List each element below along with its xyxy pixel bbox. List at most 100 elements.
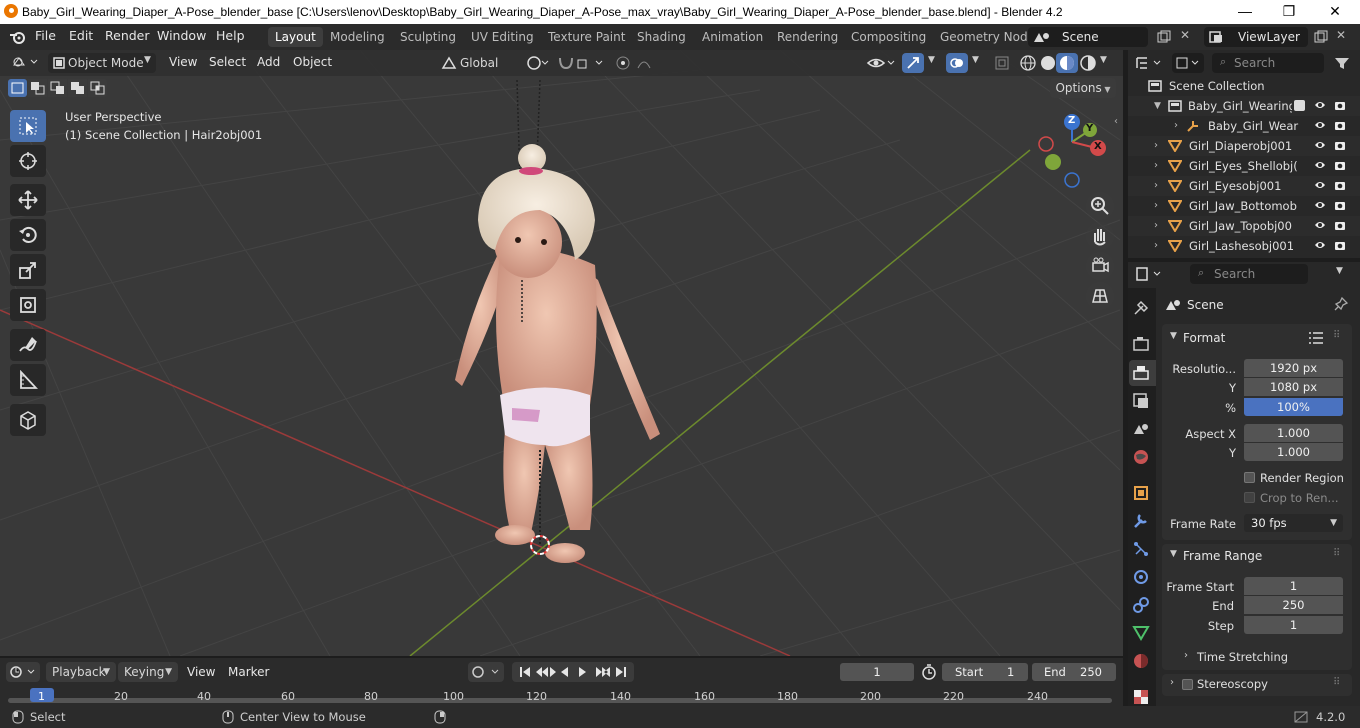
aspect-x-field[interactable]: 1.000	[1244, 424, 1343, 442]
data-tab-icon[interactable]	[1132, 624, 1150, 642]
drag-handle-icon[interactable]: ⠿	[1333, 677, 1340, 688]
menu-render[interactable]: Render	[105, 28, 150, 43]
eye-icon[interactable]	[1314, 220, 1326, 231]
eye-icon[interactable]	[1314, 240, 1326, 251]
crop-label[interactable]: Crop to Ren...	[1260, 491, 1339, 505]
select-new-button[interactable]	[8, 79, 27, 97]
camera-icon[interactable]	[1334, 120, 1346, 131]
frame-start-field[interactable]: 1	[1244, 577, 1343, 595]
frame-step-field[interactable]: 1	[1244, 616, 1343, 634]
select-invert-button[interactable]	[68, 79, 87, 97]
annotate-tool[interactable]	[10, 329, 46, 361]
new-view-layer-icon[interactable]	[1314, 30, 1328, 44]
resolution-y-field[interactable]: 1080 px	[1244, 378, 1343, 396]
menu-view[interactable]: View	[169, 55, 197, 69]
pivot-icon[interactable]	[524, 55, 550, 71]
wireframe-shading-icon[interactable]	[1018, 54, 1038, 72]
filter-icon[interactable]	[1334, 56, 1350, 70]
panel-collapse-icon[interactable]: ▼	[1170, 331, 1177, 341]
prev-keyframe-icon[interactable]	[536, 667, 556, 677]
jump-end-icon[interactable]	[616, 667, 626, 677]
modifier-tab-icon[interactable]	[1132, 512, 1150, 530]
visibility-icon[interactable]	[866, 54, 896, 72]
menu-edit[interactable]: Edit	[69, 28, 93, 43]
outliner-item-mesh[interactable]: › Girl_Jaw_Bottomob	[1128, 196, 1360, 216]
minimize-button[interactable]: —	[1222, 0, 1268, 24]
view-layer-tab-icon[interactable]	[1132, 392, 1150, 410]
expand-right-icon[interactable]: ›	[1174, 116, 1178, 136]
resolution-x-field[interactable]: 1920 px	[1244, 359, 1343, 377]
drag-handle-icon[interactable]: ⠿	[1333, 330, 1340, 341]
options-dropdown[interactable]: Options ▼	[1050, 78, 1116, 98]
particles-tab-icon[interactable]	[1132, 540, 1150, 558]
tab-layout[interactable]: Layout	[268, 27, 323, 47]
jump-start-icon[interactable]	[520, 667, 530, 677]
render-region-checkbox[interactable]	[1244, 472, 1255, 483]
expand-right-icon[interactable]: ›	[1154, 236, 1158, 256]
overlay-toggle-button[interactable]	[946, 53, 968, 73]
menu-window[interactable]: Window	[157, 28, 206, 43]
shading-dropdown-icon[interactable]: ▼	[1100, 55, 1107, 65]
measure-tool[interactable]	[10, 364, 46, 396]
move-tool[interactable]	[10, 184, 46, 216]
cursor-tool[interactable]	[10, 145, 46, 177]
keying-menu[interactable]: Keying ▼	[118, 662, 178, 682]
expand-right-icon[interactable]: ›	[1170, 677, 1174, 688]
timeline-editor-type[interactable]	[6, 662, 40, 682]
scale-tool[interactable]	[10, 254, 46, 286]
toggle-perspective-button[interactable]	[1086, 282, 1114, 310]
select-intersect-button[interactable]	[88, 79, 107, 97]
camera-icon[interactable]	[1334, 160, 1346, 171]
render-region-label[interactable]: Render Region	[1260, 471, 1344, 485]
outliner-filter-mode[interactable]	[1172, 53, 1204, 73]
stereoscopy-panel-title[interactable]: Stereoscopy	[1197, 677, 1268, 691]
current-frame-field[interactable]: 1	[840, 663, 914, 681]
frame-end-field[interactable]: 250	[1244, 596, 1343, 614]
expand-right-icon[interactable]: ›	[1154, 196, 1158, 216]
eye-icon[interactable]	[1314, 200, 1326, 211]
expand-right-icon[interactable]: ›	[1154, 156, 1158, 176]
camera-icon[interactable]	[1334, 200, 1346, 211]
tab-shading[interactable]: Shading	[630, 27, 693, 47]
next-keyframe-icon[interactable]	[596, 667, 610, 677]
snap-icon[interactable]	[556, 54, 606, 72]
timeline-menu-view[interactable]: View	[187, 665, 215, 679]
maximize-button[interactable]: ❐	[1266, 0, 1312, 24]
outliner-item-mesh[interactable]: › Girl_Jaw_Topobj00	[1128, 216, 1360, 236]
overlay-dropdown-icon[interactable]: ▼	[972, 55, 979, 65]
time-stretching-subpanel[interactable]: Time Stretching	[1197, 650, 1288, 664]
outliner-editor-type[interactable]	[1134, 53, 1166, 73]
format-panel-title[interactable]: Format	[1183, 331, 1225, 345]
constraints-tab-icon[interactable]	[1132, 596, 1150, 614]
transform-tool[interactable]	[10, 289, 46, 321]
material-tab-icon[interactable]	[1132, 652, 1150, 670]
close-button[interactable]: ✕	[1312, 0, 1358, 24]
end-frame-field[interactable]: End 250	[1032, 663, 1116, 681]
expand-right-icon[interactable]: ›	[1154, 176, 1158, 196]
aspect-y-field[interactable]: 1.000	[1244, 443, 1343, 461]
xray-icon[interactable]	[994, 55, 1010, 71]
delete-scene-icon[interactable]: ✕	[1180, 28, 1190, 42]
world-tab-icon[interactable]	[1132, 448, 1150, 466]
rotate-tool[interactable]	[10, 219, 46, 251]
tab-geometry-nodes[interactable]: Geometry Nod	[933, 27, 1035, 47]
timeline-menu-marker[interactable]: Marker	[228, 665, 269, 679]
rendered-shading-icon[interactable]	[1078, 54, 1098, 72]
play-icon[interactable]	[579, 667, 586, 677]
outliner-item-mesh[interactable]: › Girl_Lashesobj001	[1128, 236, 1360, 256]
auto-keying-button[interactable]	[468, 662, 504, 682]
playback-menu[interactable]: Playback ▼	[46, 662, 116, 682]
eye-icon[interactable]	[1314, 120, 1326, 131]
new-scene-icon[interactable]	[1157, 30, 1171, 44]
add-cube-tool[interactable]	[10, 404, 46, 436]
select-extend-button[interactable]	[28, 79, 47, 97]
menu-help[interactable]: Help	[216, 28, 245, 43]
properties-search-input[interactable]: Search	[1190, 264, 1308, 284]
editor-type-button[interactable]	[6, 53, 42, 73]
eye-icon[interactable]	[1314, 140, 1326, 151]
expand-right-icon[interactable]: ›	[1154, 136, 1158, 156]
menu-object[interactable]: Object	[293, 55, 332, 69]
select-subtract-button[interactable]	[48, 79, 67, 97]
sidebar-toggle-icon[interactable]: ‹	[1114, 116, 1118, 127]
tab-rendering[interactable]: Rendering	[770, 27, 845, 47]
